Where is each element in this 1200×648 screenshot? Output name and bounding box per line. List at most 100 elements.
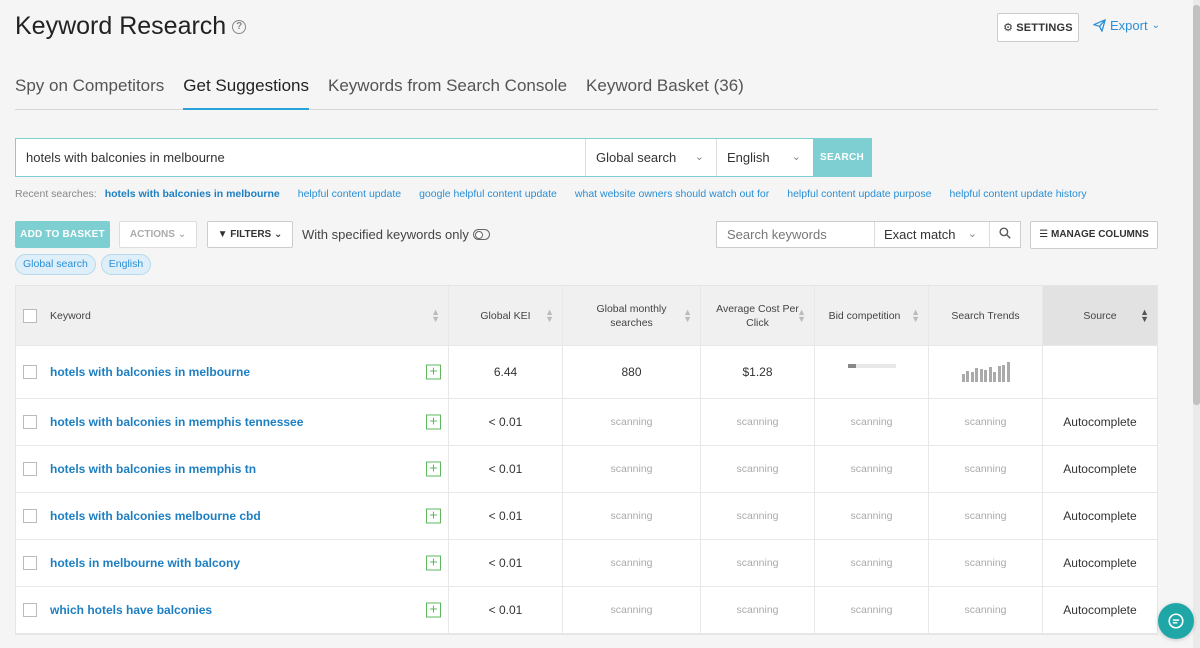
kei-cell: < 0.01 (449, 540, 563, 586)
sort-icon[interactable]: ▲ ▼ (1140, 307, 1149, 323)
monthly-searches-cell: scanning (563, 587, 701, 633)
column-header-keyword[interactable]: Keyword ▲ ▼ (16, 286, 449, 345)
column-header-cpc[interactable]: Average Cost Per Click ▲ ▼ (701, 286, 815, 345)
row-checkbox[interactable] (23, 415, 37, 429)
keyword-cell: hotels with balconies melbourne cbd + (16, 493, 449, 539)
add-icon[interactable]: + (426, 602, 441, 618)
tab-search-console[interactable]: Keywords from Search Console (328, 74, 567, 110)
trend-bar (984, 370, 987, 382)
column-header-source[interactable]: Source ▲ ▼ (1043, 286, 1157, 345)
source-cell: Autocomplete (1043, 493, 1157, 539)
column-header-monthly-searches[interactable]: Global monthly searches ▲ ▼ (563, 286, 701, 345)
sort-icon[interactable]: ▲ ▼ (683, 307, 692, 323)
scanning-status: scanning (850, 416, 893, 428)
source-value: Autocomplete (1063, 603, 1137, 617)
cpc-cell: scanning (701, 446, 815, 492)
search-trends-cell (929, 346, 1043, 398)
recent-search-link[interactable]: helpful content update (298, 188, 401, 200)
source-cell: Autocomplete (1043, 540, 1157, 586)
bid-competition-cell: scanning (815, 587, 929, 633)
chevron-down-icon: ⌄ (967, 228, 977, 240)
row-checkbox[interactable] (23, 462, 37, 476)
keyword-link[interactable]: hotels with balconies in melbourne (50, 365, 250, 379)
select-all-checkbox[interactable] (23, 308, 37, 323)
columns-icon: ☰ (1039, 229, 1049, 240)
keyword-cell: hotels with balconies in memphis tenness… (16, 399, 449, 445)
actions-dropdown[interactable]: ACTIONS ⌄ (119, 221, 197, 248)
row-checkbox[interactable] (23, 603, 37, 617)
keyword-link[interactable]: hotels with balconies melbourne cbd (50, 509, 261, 523)
tab-get-suggestions[interactable]: Get Suggestions (183, 74, 309, 110)
specified-keywords-toggle[interactable]: With specified keywords only (302, 227, 490, 242)
match-type-select[interactable]: Exact match ⌄ (875, 222, 990, 247)
filters-label: FILTERS (230, 229, 272, 240)
chevron-down-icon: ⌄ (1151, 20, 1160, 31)
column-header-kei[interactable]: Global KEI ▲ ▼ (449, 286, 563, 345)
gear-icon: ⚙ (1003, 22, 1014, 34)
search-button[interactable]: SEARCH (813, 139, 871, 176)
kei-value: < 0.01 (488, 462, 523, 476)
column-label: Bid competition (828, 309, 901, 322)
scanning-status: scanning (850, 463, 893, 475)
kei-cell: < 0.01 (449, 493, 563, 539)
add-icon[interactable]: + (426, 508, 441, 524)
cpc-cell: scanning (701, 493, 815, 539)
sort-icon[interactable]: ▲ ▼ (545, 307, 554, 323)
scanning-status: scanning (736, 416, 779, 428)
row-checkbox[interactable] (23, 556, 37, 570)
toggle-switch[interactable] (472, 229, 490, 240)
row-checkbox[interactable] (23, 509, 37, 523)
column-header-bid-competition[interactable]: Bid competition ▲ ▼ (815, 286, 929, 345)
recent-search-link[interactable]: helpful content update history (949, 188, 1086, 200)
scanning-status: scanning (850, 557, 893, 569)
kei-value: < 0.01 (488, 509, 523, 523)
settings-button[interactable]: ⚙ SETTINGS (997, 13, 1079, 42)
chevron-down-icon: ⌄ (694, 151, 704, 163)
manage-columns-button[interactable]: ☰ MANAGE COLUMNS (1030, 221, 1158, 249)
add-icon[interactable]: + (426, 414, 441, 430)
export-button[interactable]: Export ⌄ (1093, 18, 1160, 33)
tab-keyword-basket[interactable]: Keyword Basket (36) (586, 74, 744, 110)
scanning-status: scanning (610, 416, 653, 428)
add-icon[interactable]: + (426, 555, 441, 571)
recent-search-link[interactable]: what website owners should watch out for (575, 188, 769, 200)
monthly-searches-cell: scanning (563, 540, 701, 586)
search-keywords-input[interactable]: Search keywords (717, 222, 875, 247)
search-icon[interactable] (990, 222, 1020, 247)
keyword-link[interactable]: hotels with balconies in memphis tn (50, 462, 256, 476)
help-icon[interactable]: ? (232, 19, 247, 34)
page-scrollbar[interactable] (1193, 0, 1200, 648)
tab-spy-on-competitors[interactable]: Spy on Competitors (15, 74, 164, 110)
bid-competition-bar (847, 364, 896, 368)
chat-icon[interactable] (1158, 603, 1194, 639)
keyword-link[interactable]: hotels with balconies in memphis tenness… (50, 415, 303, 429)
filters-dropdown[interactable]: ▼ FILTERS ⌄ (207, 221, 293, 248)
search-trends-cell: scanning (929, 446, 1043, 492)
add-icon[interactable]: + (426, 461, 441, 477)
keyword-link[interactable]: which hotels have balconies (50, 603, 212, 617)
kei-cell: < 0.01 (449, 446, 563, 492)
sort-icon[interactable]: ▲ ▼ (797, 307, 806, 323)
search-trend-sparkline (961, 362, 1010, 382)
sort-icon[interactable]: ▲ ▼ (911, 307, 920, 323)
source-value: Autocomplete (1063, 415, 1137, 429)
trend-bar (975, 368, 978, 382)
filter-chip[interactable]: English (100, 254, 152, 275)
search-scope-select[interactable]: Global search ⌄ (586, 139, 717, 176)
search-input[interactable]: hotels with balconies in melbourne (16, 139, 586, 176)
recent-search-link[interactable]: hotels with balconies in melbourne (105, 188, 280, 200)
add-to-basket-button[interactable]: ADD TO BASKET (15, 221, 110, 248)
recent-search-link[interactable]: helpful content update purpose (787, 188, 931, 200)
page-title: Keyword Research ? (15, 12, 247, 41)
sort-icon[interactable]: ▲ ▼ (431, 307, 440, 323)
chevron-down-icon: ⌄ (791, 151, 801, 163)
column-header-search-trends: Search Trends (929, 286, 1043, 345)
scanning-status: scanning (850, 510, 893, 522)
filter-chip[interactable]: Global search (15, 254, 96, 275)
scrollbar-thumb[interactable] (1193, 5, 1200, 405)
row-checkbox[interactable] (23, 365, 37, 379)
language-select[interactable]: English ⌄ (717, 139, 813, 176)
keyword-link[interactable]: hotels in melbourne with balcony (50, 556, 240, 570)
recent-search-link[interactable]: google helpful content update (419, 188, 557, 200)
add-icon[interactable]: + (426, 364, 441, 380)
